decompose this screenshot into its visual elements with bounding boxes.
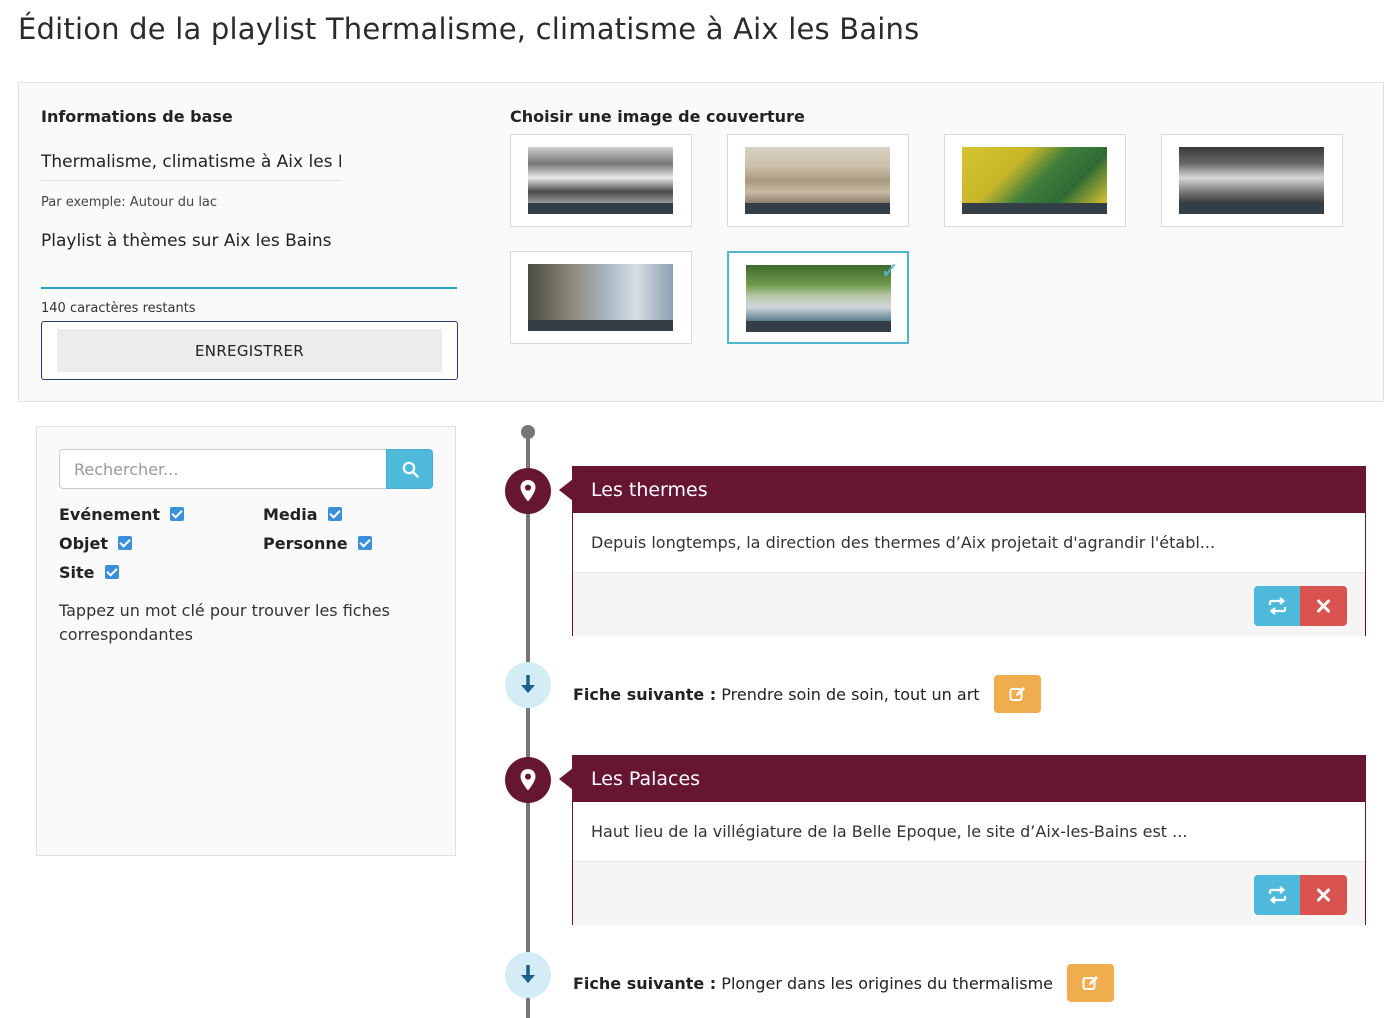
map-pin-icon: [520, 769, 536, 791]
cover-image-2: [745, 147, 890, 203]
cover-caption-bar: [528, 203, 673, 214]
map-pin-icon: [520, 480, 536, 502]
title-hint: Par exemple: Autour du lac: [41, 195, 218, 210]
card-title: Les thermes: [573, 467, 1365, 513]
search-help-text: Tappez un mot clé pour trouver les fiche…: [59, 601, 390, 644]
edit-icon: [1082, 976, 1099, 990]
filter-label: Objet: [59, 534, 109, 553]
cover-caption-bar: [1179, 203, 1324, 214]
cover-image-3: [962, 147, 1107, 203]
cover-thumb-5[interactable]: [510, 251, 692, 344]
replace-button[interactable]: [1254, 875, 1301, 915]
edit-icon: [1009, 687, 1025, 701]
edit-transition-button[interactable]: [1067, 964, 1115, 1002]
next-item-row-1: Fiche suivante : Prendre soin de soin, t…: [573, 675, 1041, 713]
checkbox-media[interactable]: [327, 507, 342, 521]
search-icon: [402, 461, 419, 478]
cover-caption-bar: [746, 321, 891, 332]
filter-label: Evénement: [59, 505, 161, 524]
base-info-heading: Informations de base: [41, 107, 233, 126]
card-actions: [573, 861, 1365, 925]
card-actions: [573, 572, 1365, 636]
page-title: Édition de la playlist Thermalisme, clim…: [18, 12, 920, 46]
replace-button[interactable]: [1254, 586, 1301, 626]
timeline-pin-2: [505, 757, 551, 803]
cover-heading: Choisir une image de couverture: [510, 107, 805, 126]
selected-check-icon: ✓: [880, 259, 899, 284]
filter-site[interactable]: Site: [59, 563, 119, 582]
next-item-title: Prendre soin de soin, tout un art: [721, 684, 980, 704]
filter-media[interactable]: Media: [263, 505, 342, 524]
search-button[interactable]: [386, 449, 433, 489]
filter-evenement[interactable]: Evénement: [59, 505, 185, 524]
timeline-card-1: Les thermes Depuis longtemps, la directi…: [559, 466, 1366, 636]
checkbox-site[interactable]: [104, 565, 119, 579]
playlist-title-input[interactable]: [41, 143, 341, 181]
card-arrow: [559, 768, 573, 790]
checkbox-objet[interactable]: [118, 536, 133, 550]
close-icon: [1317, 599, 1330, 613]
arrow-down-icon: [521, 965, 535, 983]
card-excerpt: Haut lieu de la villégiature de la Belle…: [591, 822, 1188, 841]
refresh-icon: [1268, 597, 1287, 615]
cover-thumb-1[interactable]: [510, 134, 692, 227]
next-label: Fiche suivante :: [573, 973, 717, 993]
cover-caption-bar: [962, 203, 1107, 214]
save-button[interactable]: ENREGISTRER: [57, 329, 442, 372]
close-icon: [1317, 888, 1330, 902]
timeline-start-dot: [521, 425, 535, 439]
delete-button[interactable]: [1300, 586, 1347, 626]
timeline-next-marker-1: [505, 662, 551, 708]
checkbox-personne[interactable]: [357, 536, 372, 550]
cover-image-5: [528, 264, 673, 320]
cover-image-1: [528, 147, 673, 203]
timeline-line: [526, 432, 530, 1018]
arrow-down-icon: [521, 675, 535, 693]
filter-label: Media: [263, 505, 318, 524]
save-button-frame: ENREGISTRER: [41, 321, 458, 380]
cover-image-4: [1179, 147, 1324, 203]
cover-image-6: [746, 265, 891, 321]
checkbox-evenement[interactable]: [170, 507, 185, 521]
search-panel: Evénement Media Objet Personne Site Tapp…: [36, 426, 456, 856]
filter-personne[interactable]: Personne: [263, 534, 372, 553]
remaining-characters: 140 caractères restants: [41, 301, 196, 316]
playlist-description-input[interactable]: Playlist à thèmes sur Aix les Bains: [41, 219, 457, 289]
timeline-card-2: Les Palaces Haut lieu de la villégiature…: [559, 755, 1366, 925]
delete-button[interactable]: [1300, 875, 1347, 915]
cover-caption-bar: [528, 320, 673, 331]
timeline-pin-1: [505, 468, 551, 514]
cover-caption-bar: [745, 203, 890, 214]
card-arrow: [559, 479, 573, 501]
card-excerpt: Depuis longtemps, la direction des therm…: [591, 533, 1216, 552]
cover-thumb-6[interactable]: ✓: [727, 251, 909, 344]
search-input[interactable]: [59, 449, 387, 489]
cover-thumb-2[interactable]: [727, 134, 909, 227]
cover-thumb-3[interactable]: [944, 134, 1126, 227]
next-label: Fiche suivante :: [573, 684, 717, 704]
filter-label: Personne: [263, 534, 348, 553]
next-item-row-2: Fiche suivante : Plonger dans les origin…: [573, 964, 1115, 1002]
timeline-next-marker-2: [505, 952, 551, 998]
playlist-settings-panel: Informations de base Par exemple: Autour…: [18, 82, 1384, 402]
next-item-title: Plonger dans les origines du thermalisme: [721, 973, 1054, 993]
refresh-icon: [1268, 886, 1287, 904]
edit-transition-button[interactable]: [993, 675, 1041, 713]
card-title: Les Palaces: [573, 756, 1365, 802]
filter-label: Site: [59, 563, 95, 582]
cover-thumb-4[interactable]: [1161, 134, 1343, 227]
filter-objet[interactable]: Objet: [59, 534, 133, 553]
